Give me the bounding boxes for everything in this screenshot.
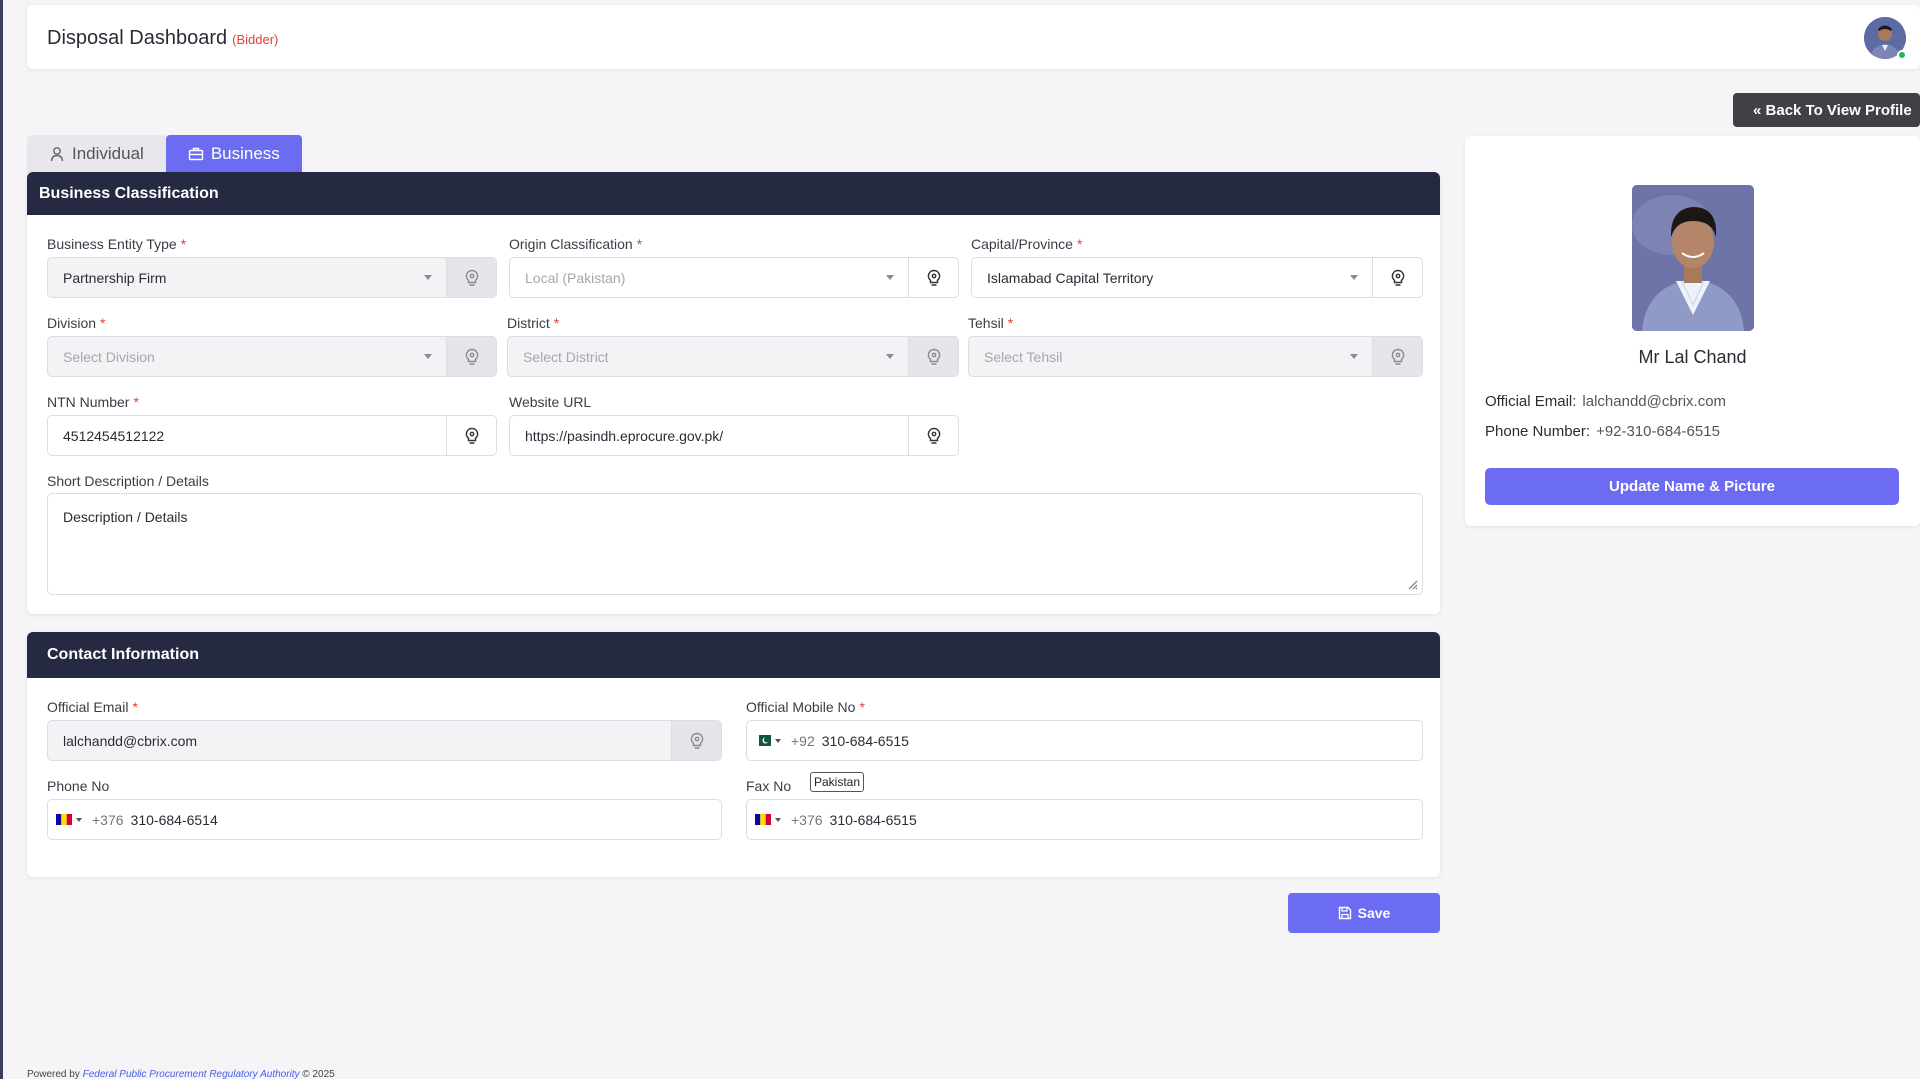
ntn-number-input[interactable]: 4512454512122 <box>47 415 497 456</box>
contact-information-header: Contact Information <box>27 632 1440 678</box>
chevron-down-icon <box>1350 354 1358 359</box>
online-status-dot <box>1897 50 1907 60</box>
lightbulb-icon <box>1372 337 1422 376</box>
user-avatar[interactable] <box>1864 17 1907 60</box>
pakistan-flag-icon[interactable] <box>755 735 771 746</box>
business-classification-header: Business Classification <box>27 172 1440 215</box>
back-to-view-profile-button[interactable]: « Back To View Profile <box>1733 93 1920 127</box>
district-select[interactable]: Select District <box>507 336 959 377</box>
resize-handle-icon[interactable] <box>1406 578 1418 590</box>
chevron-down-icon <box>886 354 894 359</box>
lightbulb-icon <box>671 721 721 760</box>
lightbulb-icon <box>446 258 496 297</box>
top-header: Disposal Dashboard (Bidder) <box>27 5 1920 69</box>
country-tooltip: Pakistan <box>810 772 865 792</box>
left-edge-bar <box>0 0 3 1079</box>
profile-card: Mr Lal Chand Official Email: lalchandd@cb… <box>1465 136 1920 526</box>
division-field: Division * Select Division <box>47 315 497 377</box>
chevron-down-icon <box>76 817 82 822</box>
floppy-disk-icon <box>1338 906 1351 920</box>
official-email-input[interactable]: lalchandd@cbrix.com <box>47 720 722 761</box>
page-title: Disposal Dashboard (Bidder) <box>47 27 279 49</box>
tehsil-field: Tehsil * Select Tehsil <box>968 315 1423 377</box>
lightbulb-icon <box>1372 258 1422 297</box>
entity-type-field: Business Entity Type * Partnership Firm <box>47 236 497 298</box>
tab-business[interactable]: Business <box>165 135 302 173</box>
description-field: Short Description / Details Description … <box>47 473 1423 595</box>
website-url-input[interactable]: https://pasindh.eprocure.gov.pk/ <box>509 415 959 456</box>
official-email-field: Official Email * lalchandd@cbrix.com <box>47 699 722 761</box>
update-name-picture-button[interactable]: Update Name & Picture <box>1485 468 1899 505</box>
capital-province-field: Capital/Province * Islamabad Capital Terr… <box>971 236 1423 298</box>
role-badge: (Bidder) <box>232 32 279 47</box>
lightbulb-icon <box>908 416 958 455</box>
official-mobile-input[interactable]: +92 310-684-6515 <box>746 720 1423 761</box>
chevron-down-icon <box>424 275 432 280</box>
chevron-down-icon <box>775 738 781 743</box>
lightbulb-icon <box>908 337 958 376</box>
chevron-down-icon <box>775 817 781 822</box>
phone-no-field: Phone No +376 310-684-6514 <box>47 778 722 840</box>
profile-photo <box>1632 185 1754 331</box>
briefcase-icon <box>188 147 204 161</box>
fax-no-input[interactable]: +376 310-684-6515 <box>746 799 1423 840</box>
tehsil-select[interactable]: Select Tehsil <box>968 336 1423 377</box>
district-field: District * Select District <box>507 315 959 377</box>
division-select[interactable]: Select Division <box>47 336 497 377</box>
footer-org-link[interactable]: Federal Public Procurement Regulatory Au… <box>83 1069 300 1079</box>
origin-classification-select[interactable]: Local (Pakistan) <box>509 257 959 298</box>
save-button[interactable]: Save <box>1288 893 1440 933</box>
tab-individual[interactable]: Individual <box>27 135 166 173</box>
phone-no-input[interactable]: +376 310-684-6514 <box>47 799 722 840</box>
chevron-down-icon <box>1350 275 1358 280</box>
chevron-down-icon <box>886 275 894 280</box>
andorra-flag-icon[interactable] <box>755 814 771 825</box>
double-chevron-left-icon: « <box>1753 101 1762 119</box>
user-icon <box>50 147 64 162</box>
profile-email: Official Email: lalchandd@cbrix.com <box>1485 393 1727 410</box>
andorra-flag-icon[interactable] <box>56 814 72 825</box>
entity-type-select[interactable]: Partnership Firm <box>47 257 497 298</box>
footer: Powered by Federal Public Procurement Re… <box>27 1069 335 1079</box>
ntn-number-field: NTN Number * 4512454512122 <box>47 394 497 456</box>
description-textarea[interactable]: Description / Details <box>47 493 1423 595</box>
profile-tabs: Individual Business <box>27 135 302 173</box>
lightbulb-icon <box>446 337 496 376</box>
lightbulb-icon <box>908 258 958 297</box>
website-url-field: Website URL https://pasindh.eprocure.gov… <box>509 394 959 456</box>
profile-phone: Phone Number: +92-310-684-6515 <box>1485 423 1720 440</box>
origin-classification-field: Origin Classification * Local (Pakistan) <box>509 236 959 298</box>
contact-information-card: Contact Information Official Email * lalc… <box>27 632 1440 877</box>
chevron-down-icon <box>424 354 432 359</box>
person-portrait-image <box>1632 185 1754 331</box>
lightbulb-icon <box>446 416 496 455</box>
official-mobile-field: Official Mobile No * +92 310-684-6515 <box>746 699 1423 761</box>
capital-province-select[interactable]: Islamabad Capital Territory <box>971 257 1423 298</box>
profile-name: Mr Lal Chand <box>1638 347 1747 367</box>
business-classification-card: Business Classification Business Entity … <box>27 172 1440 614</box>
